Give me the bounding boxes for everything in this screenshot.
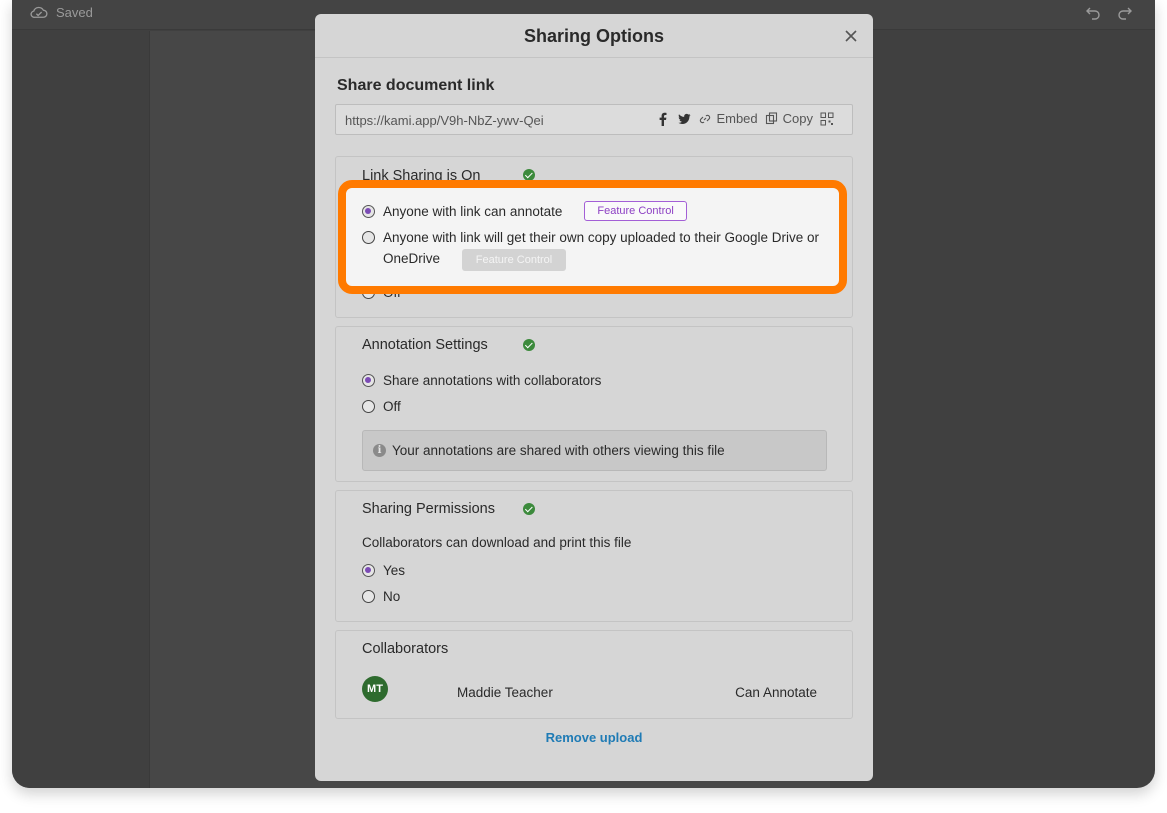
annotation-info-text: Your annotations are shared with others … — [392, 443, 725, 458]
link-option-annotate[interactable]: Anyone with link can annotate Feature Co… — [362, 201, 687, 221]
link-option-copy[interactable]: Anyone with link will get their own copy… — [362, 227, 832, 271]
radio-off-icon[interactable] — [362, 231, 375, 244]
close-icon[interactable] — [843, 28, 859, 44]
collaborator-name: Maddie Teacher — [457, 685, 553, 700]
radio-selected-icon[interactable] — [362, 374, 375, 387]
copy-label: Copy — [782, 111, 813, 126]
annotation-settings-title: Annotation Settings — [362, 337, 488, 353]
embed-label: Embed — [716, 111, 758, 126]
permissions-question: Collaborators can download and print thi… — [362, 535, 631, 550]
share-link-url[interactable]: https://kami.app/V9h-NbZ-ywv-Qei — [345, 113, 544, 128]
permissions-question-label: Collaborators can download and print thi… — [362, 535, 632, 550]
highlight-callout: Anyone with link can annotate Feature Co… — [338, 180, 847, 294]
saved-label: Saved — [56, 4, 93, 20]
redo-icon[interactable] — [1117, 4, 1133, 20]
twitter-icon[interactable] — [677, 112, 691, 126]
link-icon — [700, 114, 711, 123]
link-option-annotate-label: Anyone with link can annotate — [383, 203, 563, 219]
link-option-copy-label: Anyone with link will get their own copy… — [383, 230, 819, 266]
qr-code-icon[interactable] — [820, 112, 834, 126]
annotation-off-label: Off — [383, 399, 401, 414]
radio-selected-icon[interactable] — [362, 204, 375, 218]
copy-icon — [765, 111, 777, 124]
annotation-share-label: Share annotations with collaborators — [383, 373, 602, 388]
undo-icon[interactable] — [1085, 4, 1101, 20]
left-sidebar — [12, 31, 150, 788]
modal-header: Sharing Options — [315, 14, 873, 58]
annotation-option-off[interactable]: Off — [362, 399, 401, 414]
link-option-copy-text: Anyone with link will get their own copy… — [383, 227, 832, 271]
share-link-box: https://kami.app/V9h-NbZ-ywv-Qei Embed C… — [335, 104, 853, 135]
save-status: Saved — [30, 4, 93, 20]
permissions-yes-label: Yes — [383, 563, 406, 578]
avatar: MT — [362, 676, 388, 702]
annotation-option-share[interactable]: Share annotations with collaborators — [362, 373, 601, 388]
collaborators-panel: Collaborators MT Maddie Teacher Can Anno… — [335, 630, 853, 719]
remove-upload-link[interactable]: Remove upload — [315, 730, 873, 745]
collaborators-title: Collaborators — [362, 641, 449, 657]
sharing-permissions-panel: Sharing Permissions Collaborators can do… — [335, 490, 853, 622]
facebook-icon[interactable] — [656, 112, 670, 126]
sharing-options-modal: Sharing Options Share document link http… — [315, 14, 873, 781]
modal-title: Sharing Options — [523, 26, 664, 46]
feature-control-button[interactable]: Feature Control — [584, 201, 687, 221]
permissions-option-yes[interactable]: Yes — [362, 563, 405, 578]
permissions-option-no[interactable]: No — [362, 589, 400, 604]
share-link-heading: Share document link — [337, 77, 495, 94]
annotation-settings-panel: Annotation Settings Share annotations wi… — [335, 326, 853, 482]
permissions-no-label: No — [383, 589, 401, 604]
copy-button[interactable]: Copy — [765, 111, 813, 126]
sharing-permissions-check-icon — [523, 503, 535, 515]
radio-selected-icon[interactable] — [362, 564, 375, 577]
collaborator-permission[interactable]: Can Annotate — [735, 685, 817, 700]
annotation-settings-check-icon — [523, 339, 535, 351]
info-icon: i — [373, 444, 386, 457]
radio-off-icon[interactable] — [362, 590, 375, 603]
sharing-permissions-title: Sharing Permissions — [362, 501, 495, 517]
radio-off-icon[interactable] — [362, 400, 375, 413]
annotation-info-box: i Your annotations are shared with other… — [362, 430, 827, 471]
embed-button[interactable]: Embed — [698, 111, 758, 126]
cloud-check-icon — [30, 6, 48, 18]
feature-control-disabled-button: Feature Control — [461, 249, 567, 271]
